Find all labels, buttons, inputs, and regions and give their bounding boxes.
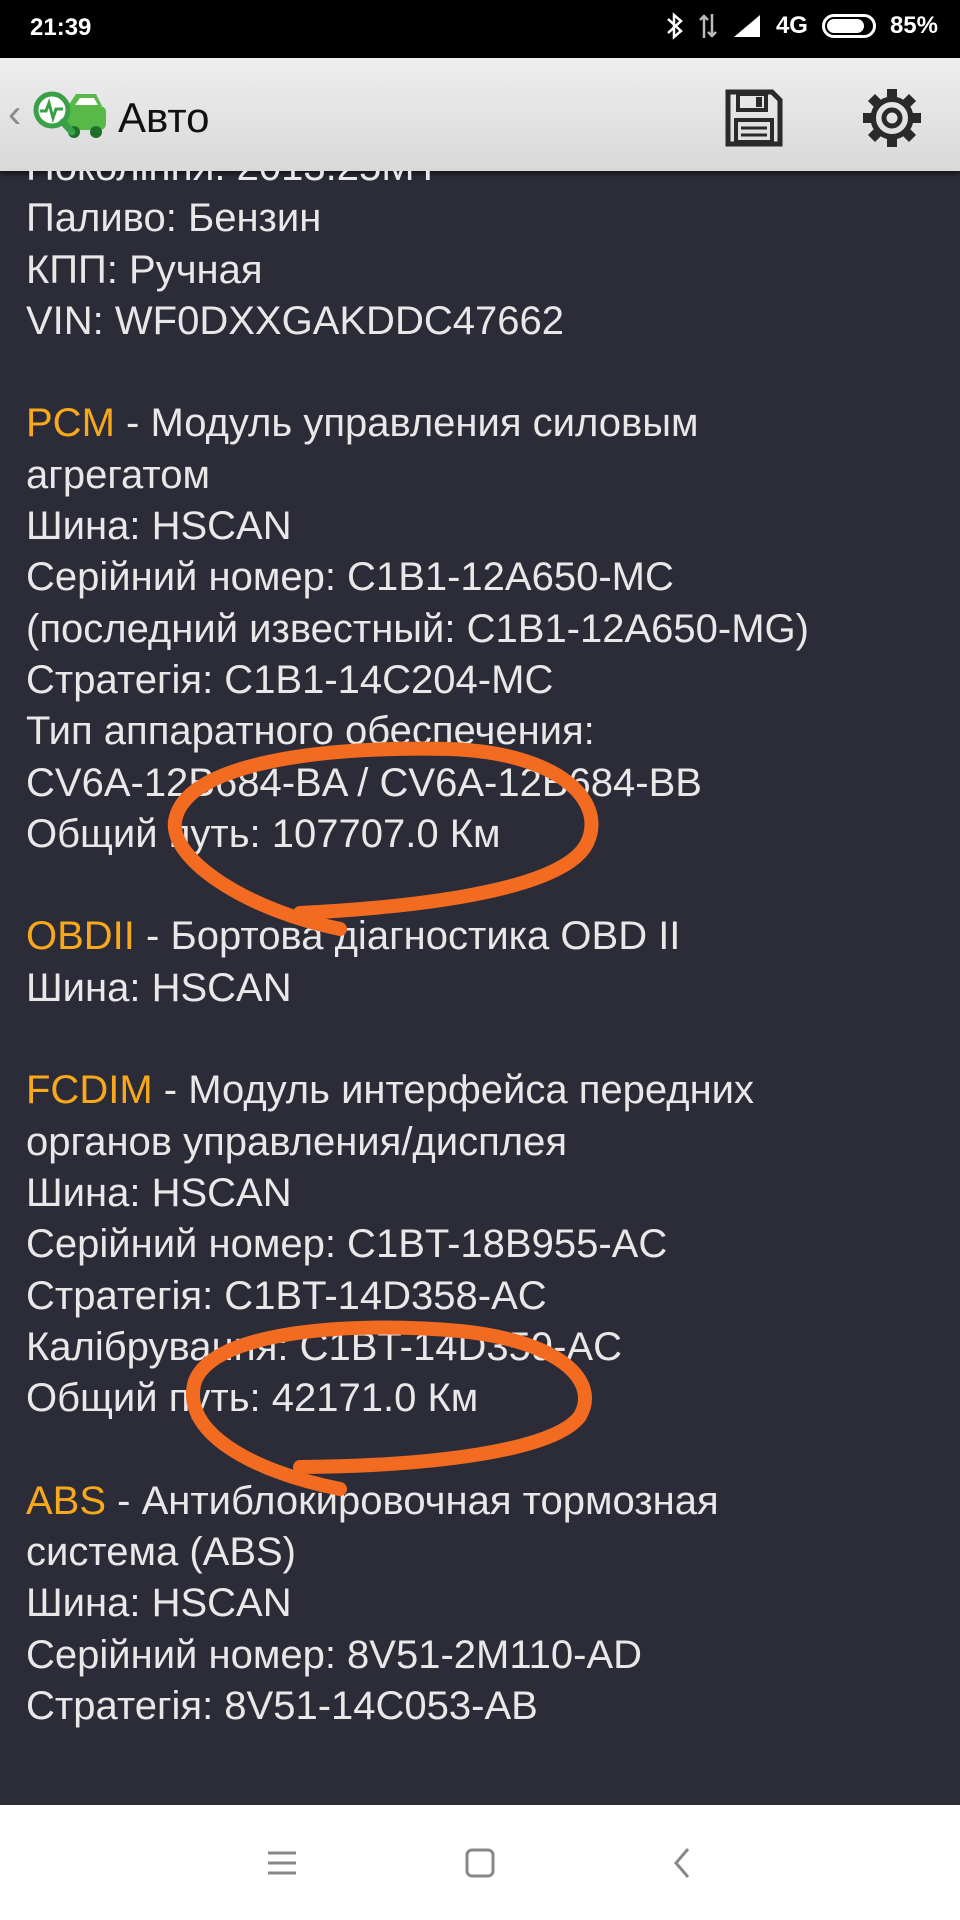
status-icons: 4G 85% xyxy=(666,12,938,40)
data-arrows-icon xyxy=(699,14,717,38)
pcm-bus: Шина: HSCAN xyxy=(26,504,292,549)
pcm-title-cont: агрегатом xyxy=(26,452,211,497)
status-bar: 21:39 4G 85% xyxy=(0,0,960,58)
fcdim-strategy: Стратегія: C1BT-14D358-AC xyxy=(26,1273,547,1318)
pcm-hw-type: Тип аппаратного обеспечения: xyxy=(26,709,595,754)
abs-bus: Шина: HSCAN xyxy=(26,1581,292,1626)
fcdim-bus: Шина: HSCAN xyxy=(26,1170,292,1215)
fcdim-mileage: Общий путь: 42171.0 Км xyxy=(26,1376,479,1421)
abs-title: ABS - Антиблокировочная тормозная xyxy=(26,1478,719,1523)
page-title: Авто xyxy=(118,94,210,141)
vehicle-info-scroll[interactable]: Покоління: 2013.25MY Паливо: Бензин КПП:… xyxy=(0,171,960,1805)
car-gearbox: КПП: Ручная xyxy=(26,247,263,292)
next-module-partial xyxy=(26,1732,946,1783)
pcm-mileage: Общий путь: 107707.0 Км xyxy=(26,811,501,856)
car-vin: VIN: WF0DXXGAKDDC47662 xyxy=(26,298,564,343)
home-square-icon[interactable] xyxy=(452,1835,508,1891)
signal-icon xyxy=(733,15,760,37)
abs-strategy: Стратегія: 8V51-14C053-AB xyxy=(26,1683,538,1728)
system-nav-bar xyxy=(0,1805,960,1920)
fcdim-title-cont: органов управления/дисплея xyxy=(26,1119,568,1164)
save-icon[interactable] xyxy=(722,86,786,150)
bluetooth-icon xyxy=(667,12,683,40)
car-diagnostic-icon[interactable] xyxy=(28,86,110,144)
pcm-serial-last: (последний известный: C1B1-12A650-MG) xyxy=(26,606,809,651)
abs-serial: Серійний номер: 8V51-2M110-AD xyxy=(26,1632,643,1677)
battery-icon xyxy=(821,14,876,38)
menu-icon[interactable] xyxy=(254,1835,310,1891)
pcm-hw-value: CV6A-12B684-BA / CV6A-12B684-BB xyxy=(26,760,702,805)
fcdim-calibration: Калібрування: C1BT-14D359-AC xyxy=(26,1324,622,1369)
module-code: PCM xyxy=(26,401,115,446)
battery-percent: 85% xyxy=(889,12,938,39)
obdii-bus: Шина: HSCAN xyxy=(26,965,292,1010)
fcdim-title: FCDIM - Модуль интерфейса передних xyxy=(26,1068,755,1113)
pcm-strategy: Стратегія: C1B1-14C204-MC xyxy=(26,657,554,702)
module-code: OBDII xyxy=(26,914,135,959)
obdii-title: OBDII - Бортова діагностика OBD II xyxy=(26,914,681,959)
fcdim-serial: Серійний номер: C1BT-18B955-AC xyxy=(26,1222,668,1267)
app-toolbar: ‹ Авто xyxy=(0,58,960,171)
pcm-serial: Серійний номер: C1B1-12A650-MC xyxy=(26,555,674,600)
abs-title-cont: система (ABS) xyxy=(26,1530,296,1575)
car-generation: Покоління: 2013.25MY xyxy=(26,171,946,193)
network-type: 4G xyxy=(775,12,808,39)
pcm-title: PCM - Модуль управления силовым xyxy=(26,401,699,446)
back-chevron-icon[interactable] xyxy=(654,1835,710,1891)
gear-icon[interactable] xyxy=(860,86,924,150)
module-code: FCDIM xyxy=(26,1068,153,1113)
car-fuel: Паливо: Бензин xyxy=(26,196,322,241)
chevron-left-icon[interactable]: ‹ xyxy=(8,94,21,134)
vehicle-info-text: Покоління: 2013.25MY Паливо: Бензин КПП:… xyxy=(26,171,946,1784)
module-code: ABS xyxy=(26,1478,107,1523)
status-time: 21:39 xyxy=(30,14,92,41)
